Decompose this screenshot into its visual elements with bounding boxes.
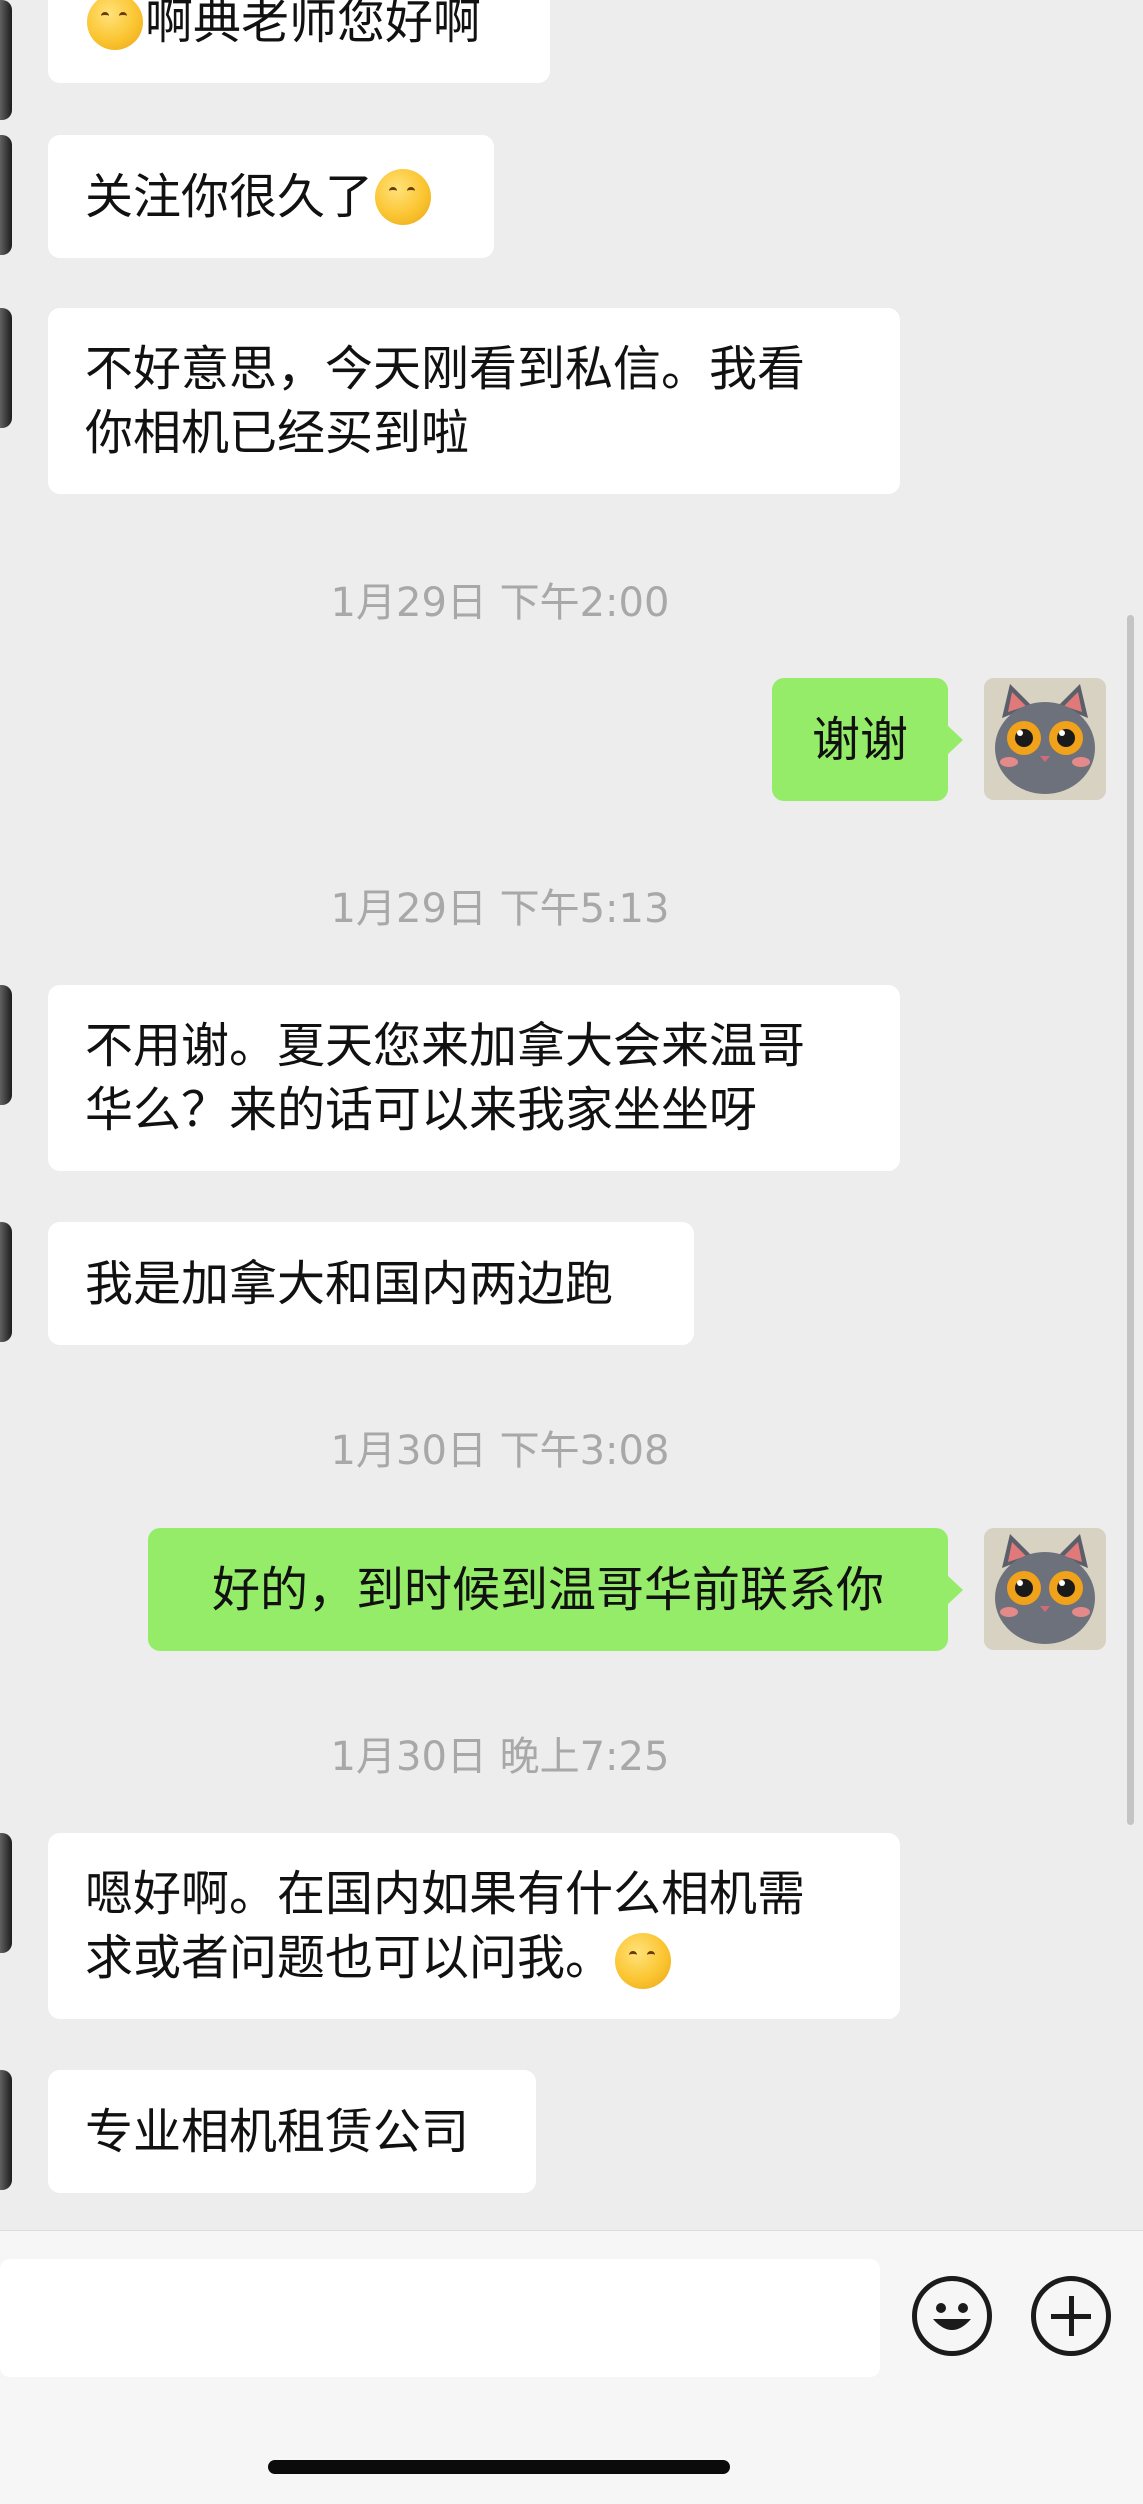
thinking-face-icon [615,1933,672,1989]
message-bubble[interactable]: 专业相机租赁公司 [48,2070,536,2193]
plus-icon [1051,2296,1091,2336]
message-bubble[interactable]: 嗯好啊。在国内如果有什么相机需 求或者问题也可以问我。 [48,1833,900,2019]
cat-avatar-icon [984,678,1106,800]
message-text: 关注你很久了 [85,168,374,225]
input-bar [0,2230,1143,2504]
message-text: 啊典老师您好啊 [145,0,482,50]
timestamp: 1月29日 下午5:13 [330,886,670,932]
message-bubble[interactable]: 不用谢。夏天您来加拿大会来温哥 华么？来的话可以来我家坐坐呀 [48,985,900,1171]
message-text: 嗯好啊。在国内如果有什么相机需 求或者问题也可以问我。 [85,1866,806,1986]
chat-area[interactable]: 啊典老师您好啊 关注你很久了 不好意思，今天刚看到私信。我看 你相机已经买到啦 … [0,0,1143,2230]
message-bubble[interactable]: 关注你很久了 [48,135,494,258]
more-button[interactable] [1031,2276,1111,2356]
contact-avatar[interactable] [0,0,12,120]
contact-avatar[interactable] [0,135,12,255]
smiley-icon [933,2303,971,2330]
timestamp: 1月30日 下午3:08 [330,1428,670,1474]
user-avatar[interactable] [984,678,1106,800]
message-bubble[interactable]: 谢谢 [772,678,963,801]
emoji-button[interactable] [912,2276,992,2356]
scrollbar[interactable] [1127,615,1134,1825]
thinking-face-icon [87,0,143,50]
contact-avatar[interactable] [0,1222,12,1342]
message-input[interactable] [0,2259,880,2377]
message-bubble[interactable]: 不好意思，今天刚看到私信。我看 你相机已经买到啦 [48,308,900,494]
message-bubble[interactable]: 啊典老师您好啊 [48,0,550,83]
user-avatar[interactable] [984,1528,1106,1650]
contact-avatar[interactable] [0,308,12,428]
contact-avatar[interactable] [0,2070,12,2190]
contact-avatar[interactable] [0,1833,12,1953]
cat-avatar-icon [984,1528,1106,1650]
thinking-face-icon [375,168,432,225]
contact-avatar[interactable] [0,985,12,1105]
home-indicator [268,2460,730,2474]
message-bubble[interactable]: 好的，到时候到温哥华前联系你 [148,1528,963,1651]
timestamp: 1月29日 下午2:00 [330,580,670,626]
message-bubble[interactable]: 我是加拿大和国内两边跑 [48,1222,694,1345]
timestamp: 1月30日 晚上7:25 [330,1734,670,1780]
